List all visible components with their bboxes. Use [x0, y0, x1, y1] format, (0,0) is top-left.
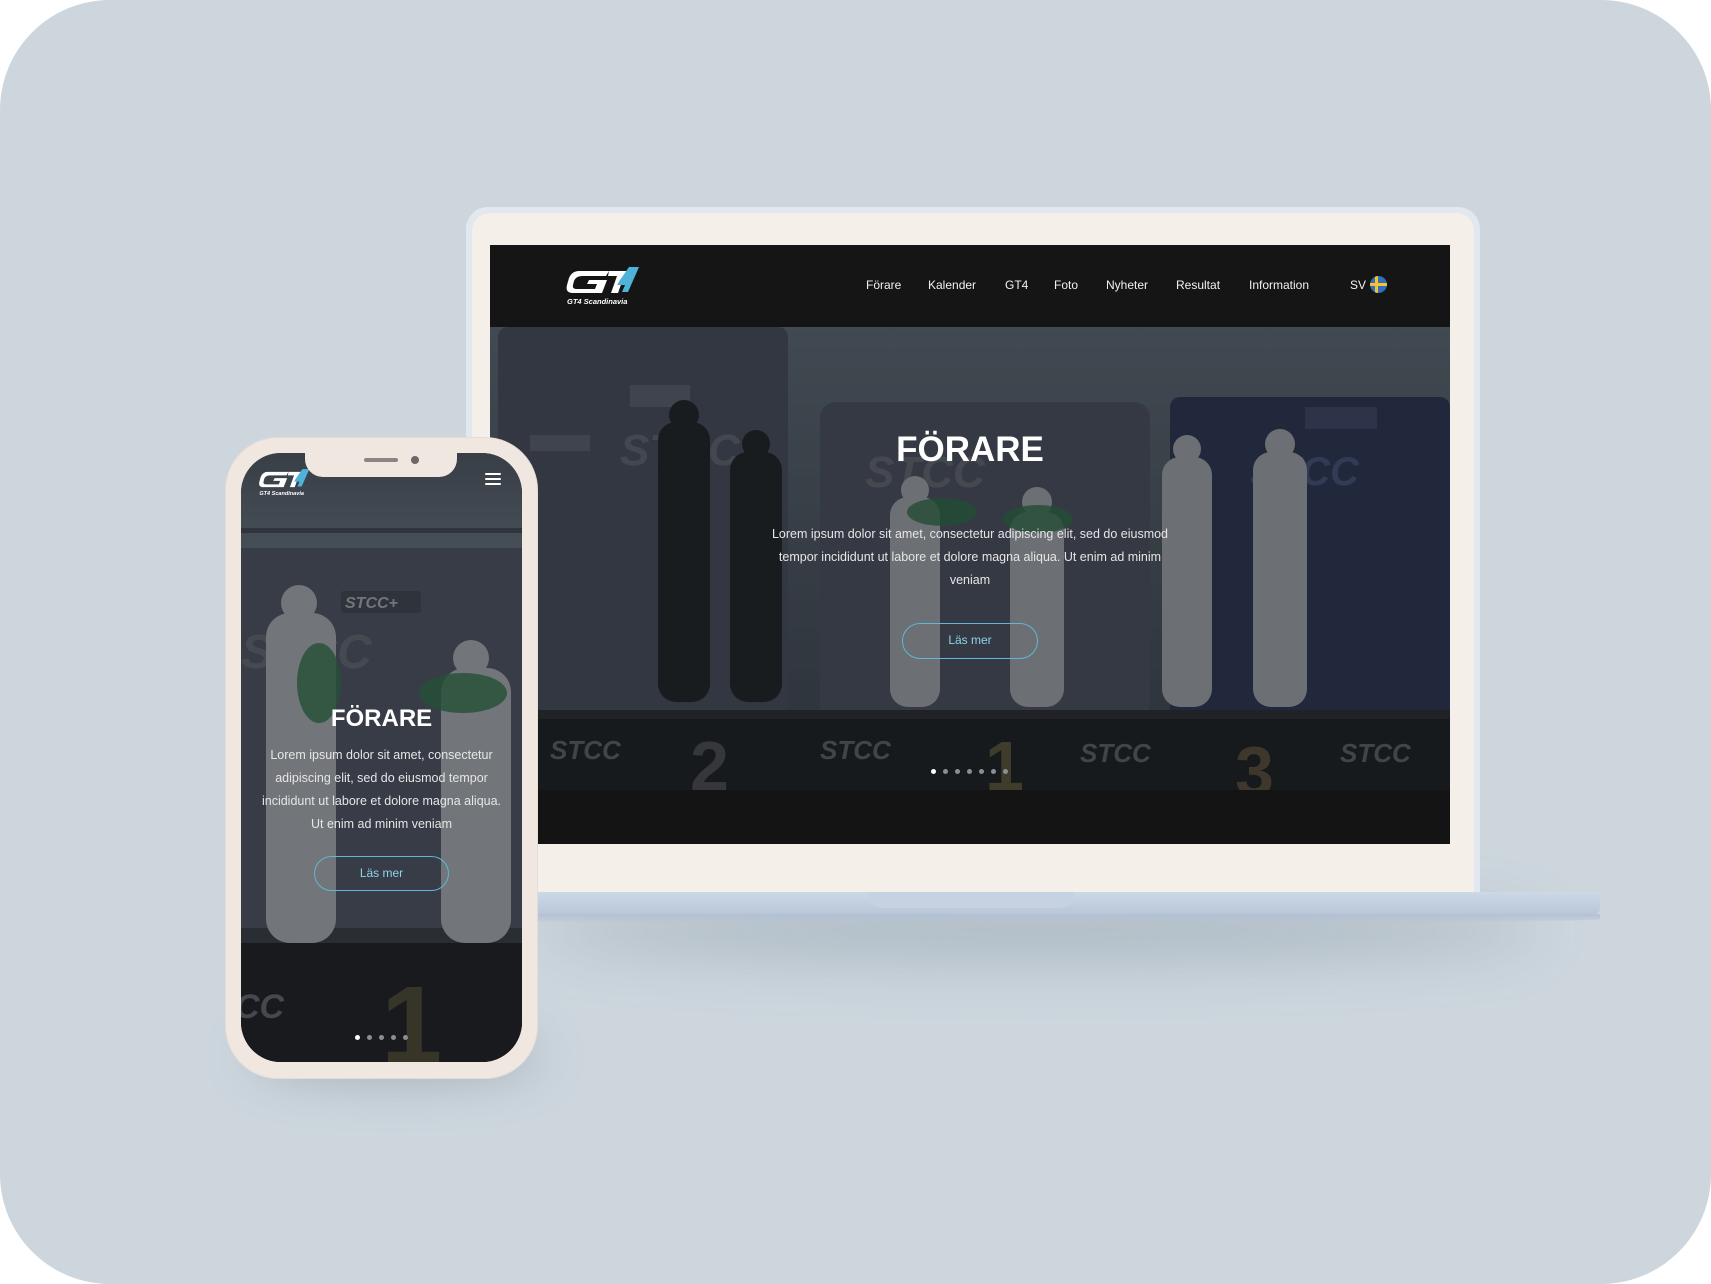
nav-item-foto[interactable]: Foto — [1054, 278, 1078, 292]
hero-banner: STCC STCC STCC STCC STCC STCC STCC 2 1 3 — [490, 327, 1450, 790]
carousel-dot-5[interactable] — [979, 769, 984, 774]
mobile-carousel-indicators — [355, 1035, 415, 1040]
logo-subtitle: GT4 Scandinavia — [567, 297, 627, 306]
read-more-button[interactable]: Läs mer — [902, 623, 1038, 659]
phone-notch — [305, 451, 457, 477]
mobile-read-more-button[interactable]: Läs mer — [314, 856, 449, 891]
hero-bottom-strip — [490, 790, 1450, 844]
mobile-gt4-logo[interactable]: GT4 Scandinavia — [258, 469, 310, 497]
mobile-screen: STCC+ STCC CC 1 GT4 Scandinavia FÖRARE L… — [241, 453, 522, 1062]
carousel-dot-7[interactable] — [1003, 769, 1008, 774]
desktop-navbar: GT4 Scandinavia Förare Kalender GT4 Foto… — [490, 245, 1450, 327]
gt4-logo[interactable]: GT4 Scandinavia — [565, 267, 640, 307]
carousel-dot-4[interactable] — [967, 769, 972, 774]
hero-title: FÖRARE — [896, 430, 1044, 469]
mobile-carousel-dot-1[interactable] — [355, 1035, 360, 1040]
carousel-indicators — [931, 769, 1015, 774]
nav-item-forare[interactable]: Förare — [866, 278, 901, 292]
nav-item-nyheter[interactable]: Nyheter — [1106, 278, 1148, 292]
carousel-dot-1[interactable] — [931, 769, 936, 774]
nav-item-gt4[interactable]: GT4 — [1005, 278, 1028, 292]
hero-description: Lorem ipsum dolor sit amet, consectetur … — [771, 527, 1169, 587]
laptop-hinge-notch — [868, 892, 1074, 908]
mobile-carousel-dot-3[interactable] — [379, 1035, 384, 1040]
mobile-logo-subtitle: GT4 Scandinavia — [259, 491, 304, 497]
carousel-dot-2[interactable] — [943, 769, 948, 774]
mobile-carousel-dot-4[interactable] — [391, 1035, 396, 1040]
nav-item-kalender[interactable]: Kalender — [928, 278, 976, 292]
nav-item-information[interactable]: Information — [1249, 278, 1309, 292]
mockup-background: GT4 Scandinavia Förare Kalender GT4 Foto… — [0, 0, 1711, 1284]
desktop-screen: GT4 Scandinavia Förare Kalender GT4 Foto… — [490, 245, 1450, 844]
hamburger-menu-icon[interactable] — [485, 473, 501, 485]
carousel-dot-3[interactable] — [955, 769, 960, 774]
sweden-flag-icon[interactable] — [1370, 276, 1387, 293]
carousel-dot-6[interactable] — [991, 769, 996, 774]
language-selector[interactable]: SV — [1350, 278, 1366, 292]
laptop-base-edge — [440, 914, 1600, 924]
nav-item-resultat[interactable]: Resultat — [1176, 278, 1220, 292]
phone-camera — [411, 456, 419, 464]
mobile-carousel-dot-5[interactable] — [403, 1035, 408, 1040]
phone-speaker — [364, 458, 398, 462]
mobile-hero-description: Lorem ipsum dolor sit amet, consectetur … — [261, 748, 502, 831]
mobile-hero-title: FÖRARE — [330, 705, 433, 732]
mobile-carousel-dot-2[interactable] — [367, 1035, 372, 1040]
